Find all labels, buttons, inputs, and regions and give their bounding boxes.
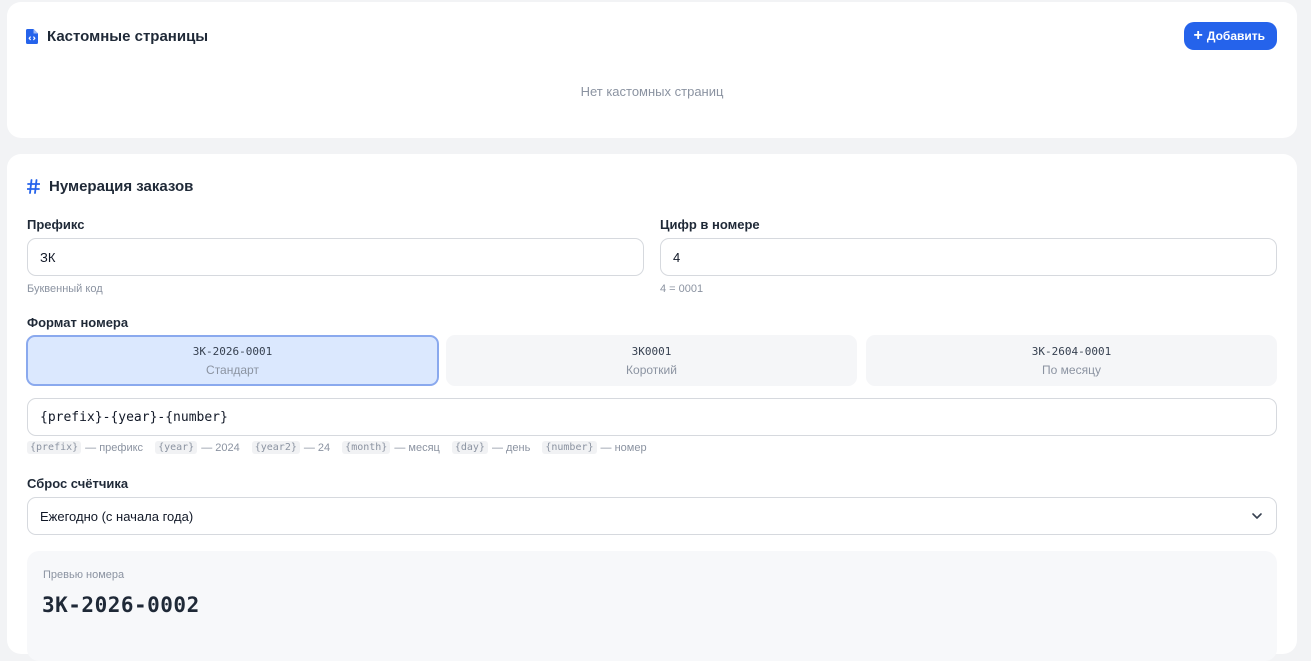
prefix-value: ЗК — [40, 249, 56, 265]
custom-pages-header: Кастомные страницы — [26, 28, 208, 45]
digits-value: 4 — [673, 249, 681, 265]
counter-reset-select[interactable]: Ежегодно (с начала года) — [27, 497, 1277, 535]
digits-label: Цифр в номере — [660, 217, 760, 232]
format-code: ЗК-2026-0001 — [192, 344, 273, 358]
counter-reset-value: Ежегодно (с начала года) — [40, 508, 194, 524]
number-preview-panel: Превью номера ЗК-2026-0002 — [27, 551, 1277, 661]
order-numbering-header: Нумерация заказов — [27, 178, 193, 195]
format-caption: Стандарт — [206, 362, 259, 377]
counter-reset-label: Сброс счётчика — [27, 476, 129, 491]
format-caption: Короткий — [626, 362, 677, 377]
custom-pages-card: Кастомные страницы + Добавить Нет кастом… — [7, 2, 1297, 138]
add-custom-page-button[interactable]: + Добавить — [1183, 22, 1277, 50]
prefix-label: Префикс — [27, 217, 85, 232]
format-code: ЗК0001 — [631, 344, 672, 358]
preview-value: ЗК-2026-0002 — [42, 593, 200, 617]
prefix-input[interactable]: ЗК — [27, 238, 644, 276]
chevron-down-icon — [1250, 509, 1264, 526]
format-template-value: {prefix}-{year}-{number} — [40, 409, 228, 425]
file-code-icon — [26, 29, 38, 44]
format-option-short[interactable]: ЗК0001 Короткий — [446, 335, 857, 386]
prefix-hint: Буквенный код — [27, 283, 103, 295]
token-code: {month} — [342, 441, 391, 454]
order-numbering-card: Нумерация заказов Префикс ЗК Буквенный к… — [7, 154, 1297, 661]
token-desc: — месяц — [394, 441, 440, 454]
empty-state-text: Нет кастомных страниц — [580, 84, 724, 99]
token-code: {number} — [542, 441, 597, 454]
format-token-legend: {prefix} — префикс {year} — 2024 {year2}… — [27, 441, 659, 454]
custom-pages-title: Кастомные страницы — [47, 28, 209, 45]
format-option-standard[interactable]: ЗК-2026-0001 Стандарт — [26, 335, 439, 386]
format-caption: По месяцу — [1042, 362, 1101, 377]
token-code: {year} — [155, 441, 198, 454]
format-template-input[interactable]: {prefix}-{year}-{number} — [27, 398, 1277, 436]
token-code: {prefix} — [27, 441, 82, 454]
add-button-label: Добавить — [1206, 29, 1265, 43]
token-code: {day} — [451, 441, 488, 454]
hash-icon — [27, 179, 40, 194]
token-code: {year2} — [251, 441, 300, 454]
digits-input[interactable]: 4 — [660, 238, 1277, 276]
format-code: ЗК-2604-0001 — [1031, 344, 1112, 358]
plus-icon: + — [1193, 27, 1203, 44]
digits-hint: 4 = 0001 — [660, 283, 704, 295]
format-label: Формат номера — [27, 315, 129, 330]
token-desc: — номер — [600, 441, 647, 454]
token-desc: — день — [491, 441, 531, 454]
token-desc: — префикс — [85, 441, 144, 454]
token-desc: — 2024 — [201, 441, 240, 454]
order-numbering-title: Нумерация заказов — [49, 178, 194, 195]
preview-label: Превью номера — [43, 569, 125, 581]
token-desc: — 24 — [303, 441, 331, 454]
format-option-monthly[interactable]: ЗК-2604-0001 По месяцу — [866, 335, 1277, 386]
